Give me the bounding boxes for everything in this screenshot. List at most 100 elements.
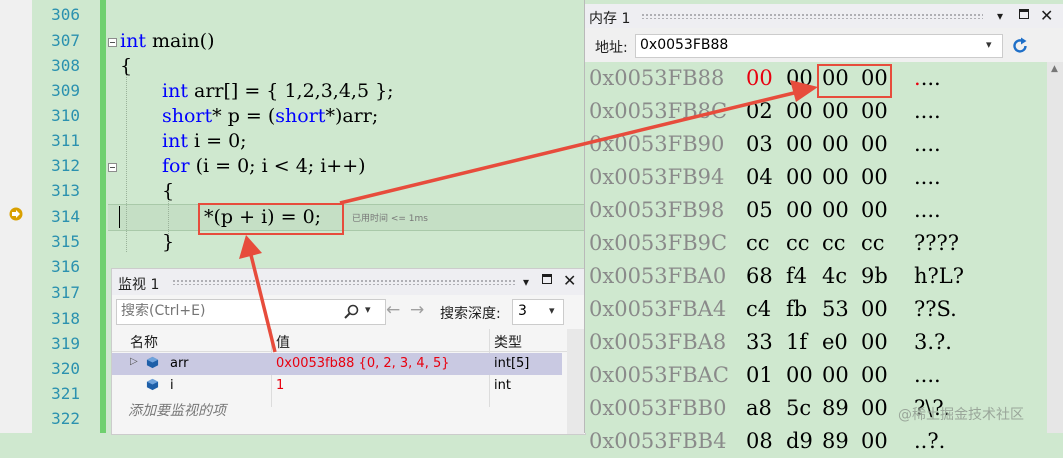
memory-byte[interactable]: 01 xyxy=(746,363,773,387)
memory-row[interactable]: 0x0053FBA4 c4 fb 53 00 ??S. xyxy=(585,293,1045,326)
memory-byte[interactable]: cc xyxy=(746,231,770,255)
memory-byte[interactable]: 00 xyxy=(822,99,849,123)
memory-byte[interactable]: 68 xyxy=(746,264,773,288)
memory-byte[interactable]: 5c xyxy=(786,396,811,420)
memory-row[interactable]: 0x0053FBA0 68 f4 4c 9b h?L? xyxy=(585,260,1045,293)
scroll-up-icon[interactable]: ▲ xyxy=(1051,64,1058,74)
memory-byte[interactable]: 00 xyxy=(861,396,888,420)
watch-value-changed[interactable]: 0x0053fb88 {0, 2, 3, 4, 5} xyxy=(276,356,450,371)
code-line[interactable]: { xyxy=(162,180,174,202)
window-menu-icon[interactable]: ▾ xyxy=(523,275,529,289)
memory-row[interactable]: 0x0053FB9C cc cc cc cc???? xyxy=(585,227,1045,260)
memory-byte[interactable]: 00 xyxy=(861,330,888,354)
memory-byte[interactable]: 00 xyxy=(822,363,849,387)
window-menu-icon[interactable]: ▾ xyxy=(997,9,1003,23)
search-depth-select[interactable]: 3 ▾ xyxy=(512,299,564,325)
memory-byte[interactable]: 00 xyxy=(861,198,888,222)
breakpoint-gutter[interactable] xyxy=(0,0,33,433)
watch-row[interactable]: i 1 int xyxy=(112,375,562,397)
memory-row[interactable]: 0x0053FBA8 33 1f e0 00 3.?. xyxy=(585,326,1045,359)
expand-arrow-icon[interactable]: ▷ xyxy=(130,356,138,367)
memory-row[interactable]: 0x0053FBB4 08 d9 89 00..?. xyxy=(585,425,1045,458)
memory-chars: .... xyxy=(914,363,941,387)
refresh-icon[interactable] xyxy=(1010,36,1030,56)
memory-byte[interactable]: 00 xyxy=(786,132,813,156)
memory-byte[interactable]: 4c xyxy=(822,264,847,288)
search-previous-icon[interactable]: ← xyxy=(386,300,400,320)
close-icon[interactable]: ✕ xyxy=(1040,6,1053,25)
memory-byte[interactable]: 89 xyxy=(822,396,849,420)
search-next-icon[interactable]: → xyxy=(410,300,424,320)
memory-row[interactable]: 0x0053FB94 04 00 00 00.... xyxy=(585,161,1045,194)
memory-byte[interactable]: cc xyxy=(786,231,810,255)
collapse-icon[interactable] xyxy=(108,163,117,172)
code-line[interactable]: } xyxy=(162,231,174,253)
memory-row[interactable]: 0x0053FB88 00 00 00 00.... xyxy=(585,62,1045,95)
watch-search-box[interactable]: ▾ xyxy=(116,299,386,325)
watch-row[interactable]: ▷ arr 0x0053fb88 {0, 2, 3, 4, 5} int[5] xyxy=(112,353,562,375)
perf-tip[interactable]: 已用时间 <= 1ms xyxy=(352,211,428,224)
drag-grip[interactable] xyxy=(641,13,983,19)
column-value-header[interactable]: 值 xyxy=(276,332,290,352)
memory-byte[interactable]: c4 xyxy=(746,297,771,321)
address-box[interactable]: ▾ xyxy=(635,34,1003,58)
memory-byte[interactable]: 00 xyxy=(861,297,888,321)
memory-byte[interactable]: 00 xyxy=(822,165,849,189)
memory-byte[interactable]: 00 xyxy=(861,165,888,189)
memory-byte[interactable]: 00 xyxy=(861,132,888,156)
memory-row[interactable]: 0x0053FB8C 02 00 00 00.... xyxy=(585,95,1045,128)
memory-byte[interactable]: 00 xyxy=(746,66,773,90)
memory-byte[interactable]: 9b xyxy=(861,264,888,288)
memory-byte[interactable]: 00 xyxy=(786,66,813,90)
code-line[interactable]: int arr[] = { 1,2,3,4,5 }; xyxy=(162,80,394,102)
watch-scrollbar[interactable] xyxy=(567,329,584,434)
code-line[interactable]: int i = 0; xyxy=(162,130,247,152)
memory-byte[interactable]: 04 xyxy=(746,165,773,189)
memory-byte[interactable]: e0 xyxy=(822,330,848,354)
code-line[interactable]: { xyxy=(120,55,132,77)
memory-scrollbar[interactable]: ▲ xyxy=(1047,62,1063,433)
watch-title-bar[interactable]: 监视 1 ▾ ✕ xyxy=(112,269,585,295)
search-icon[interactable] xyxy=(343,304,359,320)
memory-byte[interactable]: 05 xyxy=(746,198,773,222)
maximize-icon[interactable] xyxy=(1019,9,1029,19)
memory-byte[interactable]: 1f xyxy=(786,330,807,354)
memory-title-bar[interactable]: 内存 1 ▾ ✕ xyxy=(585,4,1063,28)
memory-row[interactable]: 0x0053FB90 03 00 00 00.... xyxy=(585,128,1045,161)
chevron-down-icon[interactable]: ▾ xyxy=(986,38,992,51)
memory-byte[interactable]: a8 xyxy=(746,396,772,420)
collapse-icon[interactable] xyxy=(108,38,117,47)
memory-byte[interactable]: 00 xyxy=(786,99,813,123)
memory-byte[interactable]: 00 xyxy=(822,132,849,156)
code-line[interactable]: short* p = (short*)arr; xyxy=(162,105,378,127)
memory-byte[interactable]: cc xyxy=(861,231,885,255)
column-type-header[interactable]: 类型 xyxy=(494,332,522,352)
memory-byte[interactable]: 00 xyxy=(786,165,813,189)
memory-byte[interactable]: 00 xyxy=(786,198,813,222)
maximize-icon[interactable] xyxy=(542,274,552,284)
memory-byte[interactable]: f4 xyxy=(786,264,807,288)
drag-grip[interactable] xyxy=(172,279,517,285)
memory-byte[interactable]: 02 xyxy=(746,99,773,123)
column-name-header[interactable]: 名称 xyxy=(130,332,158,352)
memory-byte[interactable]: 03 xyxy=(746,132,773,156)
memory-byte[interactable]: 33 xyxy=(746,330,773,354)
watch-value-changed[interactable]: 1 xyxy=(276,378,284,393)
close-icon[interactable]: ✕ xyxy=(563,271,576,290)
memory-byte[interactable]: 53 xyxy=(822,297,849,321)
watch-search-input[interactable] xyxy=(121,303,339,319)
memory-byte[interactable]: 00 xyxy=(861,363,888,387)
memory-byte[interactable]: 00 xyxy=(861,99,888,123)
memory-byte[interactable]: cc xyxy=(822,231,846,255)
memory-byte[interactable]: fb xyxy=(786,297,807,321)
address-label: 地址: xyxy=(595,40,628,56)
memory-row[interactable]: 0x0053FB98 05 00 00 00.... xyxy=(585,194,1045,227)
add-watch-item[interactable]: 添加要监视的项 xyxy=(128,400,226,420)
code-line[interactable]: int main() xyxy=(120,30,214,52)
chevron-down-icon[interactable]: ▾ xyxy=(365,303,371,316)
memory-byte[interactable]: 00 xyxy=(822,198,849,222)
memory-row[interactable]: 0x0053FBAC 01 00 00 00.... xyxy=(585,359,1045,392)
code-line[interactable]: for (i = 0; i < 4; i++) xyxy=(162,155,366,177)
address-input[interactable] xyxy=(640,37,980,53)
memory-byte[interactable]: 00 xyxy=(786,363,813,387)
